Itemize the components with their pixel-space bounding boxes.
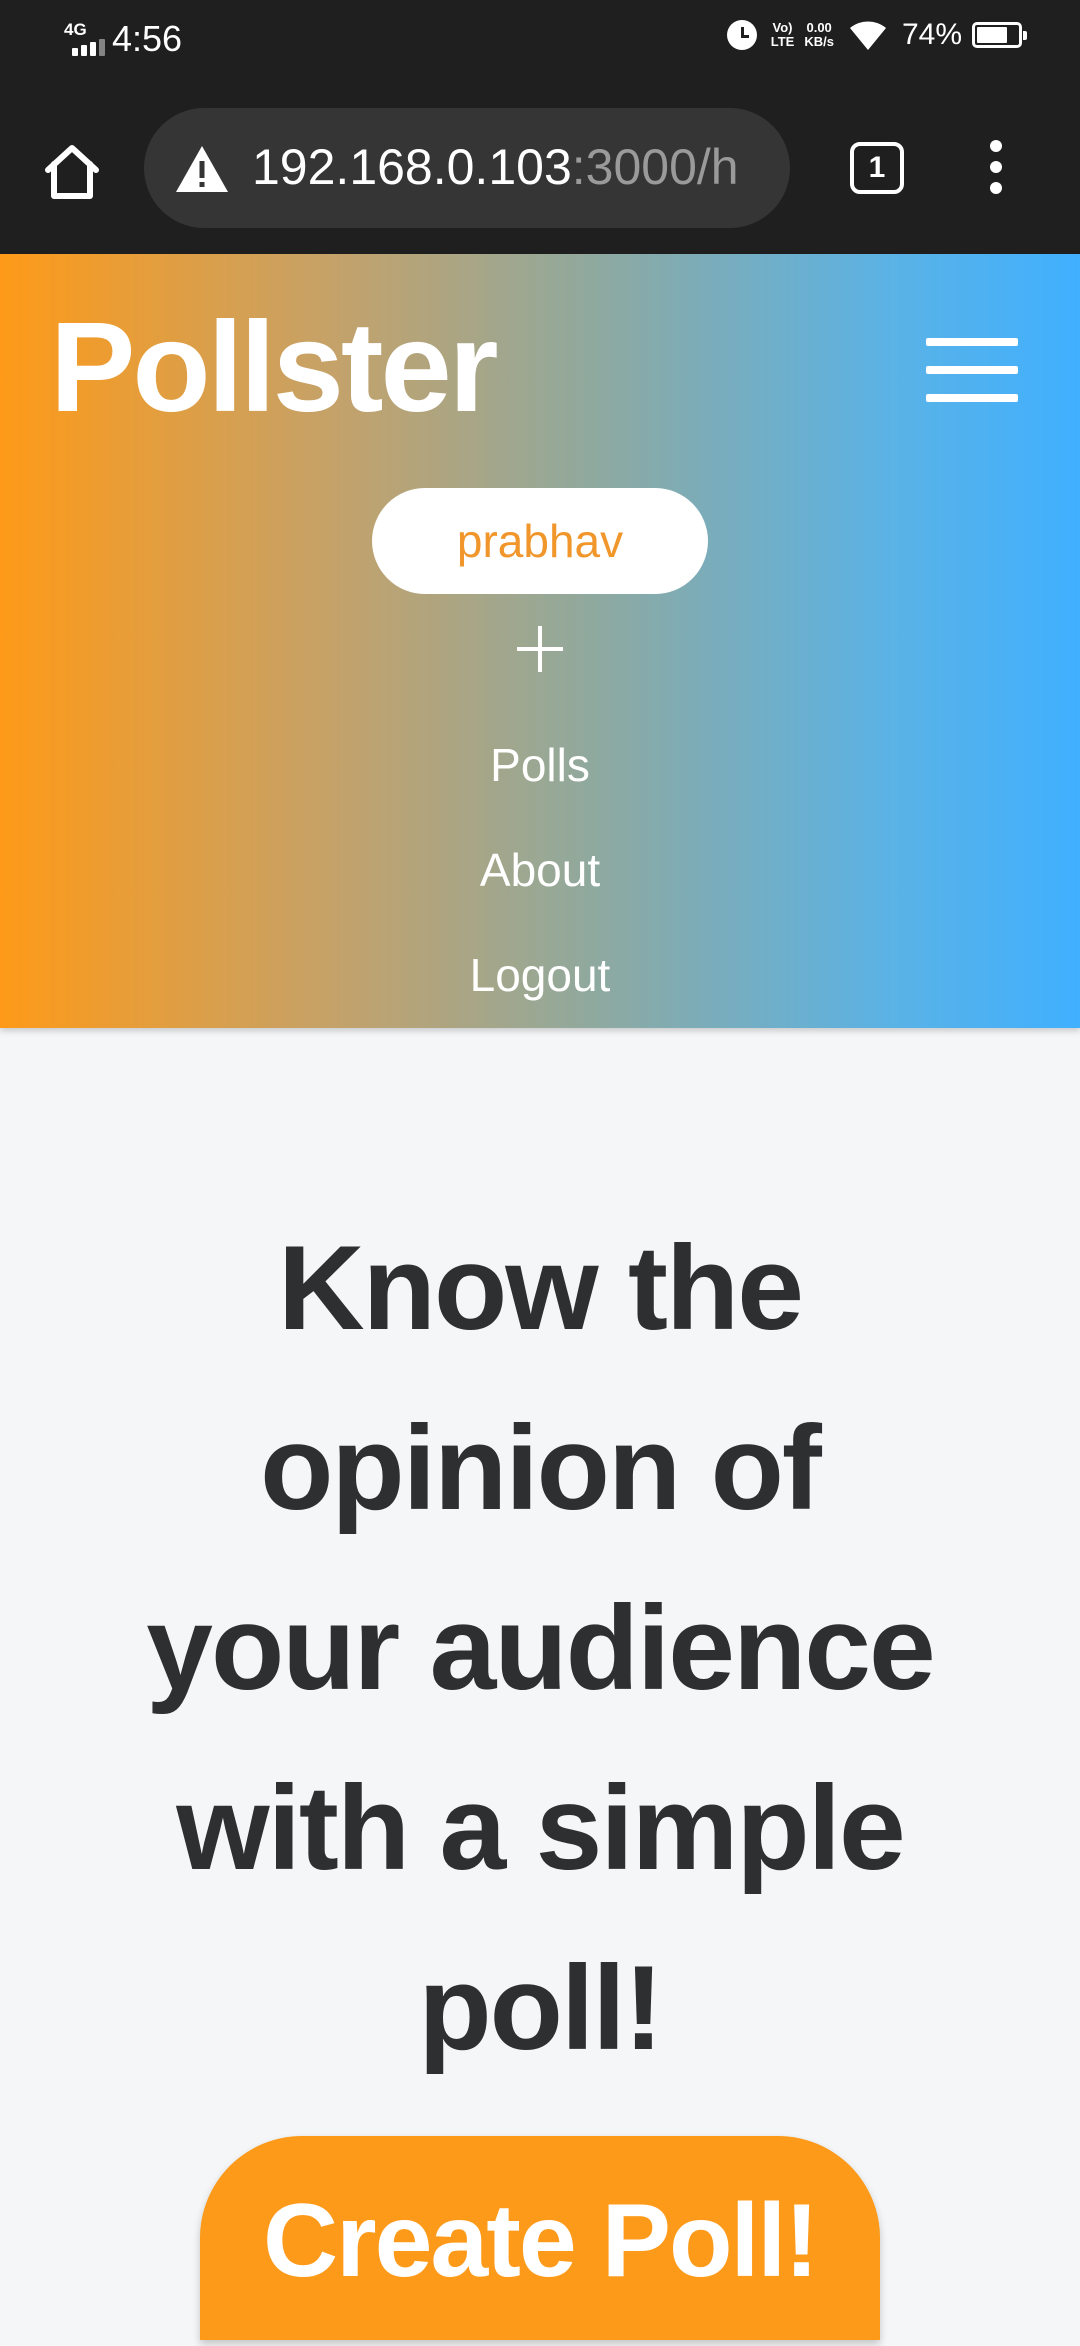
status-right: Vo) LTE 0.00 KB/s 74%: [726, 18, 1027, 52]
hero-title-line: your audience: [146, 1581, 936, 1715]
browser-toolbar: 192.168.0.103:3000/h 1: [0, 84, 1080, 254]
wifi-icon: [849, 21, 886, 50]
volte-bottom: LTE: [770, 34, 795, 49]
nav-link-logout[interactable]: Logout: [0, 948, 1080, 1002]
url-host: 192.168.0.103: [252, 139, 572, 195]
create-plus-icon[interactable]: [517, 626, 563, 672]
hero-title-line: Know the: [278, 1221, 804, 1355]
status-bar: 4G 4:56 Vo) LTE 0.00 KB/s 74%: [0, 0, 1080, 84]
hamburger-menu-icon[interactable]: [926, 338, 1018, 402]
battery-icon: [972, 22, 1027, 48]
site-header: Pollster prabhav Polls About Logout: [0, 254, 1080, 1028]
battery-fill: [977, 27, 1007, 43]
url-text[interactable]: 192.168.0.103:3000/h: [252, 138, 739, 196]
tab-switcher-button[interactable]: 1: [850, 142, 904, 194]
alarm-icon: [726, 20, 757, 50]
status-time: 4:56: [112, 18, 183, 59]
status-left: 4G 4:56: [64, 18, 182, 60]
speed-value: 0.00: [806, 20, 832, 35]
volte-top: Vo): [772, 20, 793, 35]
signal-icon: 4G: [64, 18, 110, 60]
nav-link-about[interactable]: About: [0, 843, 1080, 897]
hero-title-line: with a simple: [176, 1761, 906, 1895]
brand-logo[interactable]: Pollster: [50, 294, 498, 441]
hero-title-line: opinion of: [260, 1401, 822, 1535]
network-type: 4G: [64, 20, 87, 39]
speed-unit: KB/s: [804, 34, 834, 49]
more-menu-icon[interactable]: [984, 140, 1008, 200]
volte-indicator: Vo) LTE: [771, 21, 795, 49]
url-path: :3000/h: [571, 139, 739, 195]
network-speed: 0.00 KB/s: [804, 21, 834, 49]
hero-title-line: poll!: [418, 1941, 663, 2075]
nav-link-polls[interactable]: Polls: [0, 738, 1080, 792]
hero-title: Know the opinion of your audience with a…: [100, 1198, 980, 2098]
user-profile-button[interactable]: prabhav: [372, 488, 708, 594]
battery-percent: 74%: [901, 18, 962, 51]
warning-icon[interactable]: [174, 144, 230, 194]
create-poll-button[interactable]: Create Poll!: [200, 2136, 880, 2340]
home-icon[interactable]: [36, 136, 108, 208]
address-bar[interactable]: 192.168.0.103:3000/h: [144, 108, 790, 228]
